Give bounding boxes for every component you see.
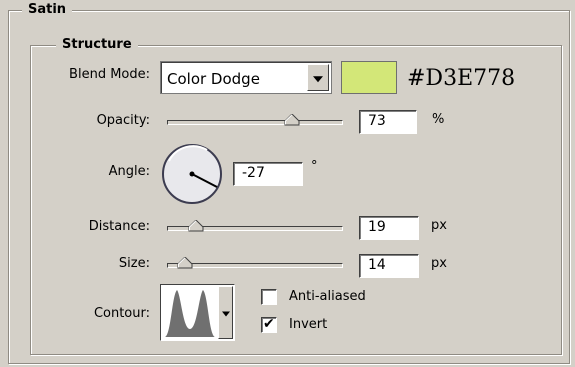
distance-slider-thumb[interactable] [188,219,204,232]
opacity-input[interactable]: 73 [359,110,417,134]
angle-unit: ° [311,159,318,174]
size-slider-thumb[interactable] [177,256,193,269]
contour-preview-icon[interactable] [163,287,217,338]
color-hex-label: #D3E778 [407,66,516,91]
blend-mode-dropdown-button[interactable] [307,64,329,91]
contour-picker[interactable] [160,284,235,341]
angle-label: Angle: [108,164,150,179]
blend-mode-label: Blend Mode: [69,67,150,82]
structure-title: Structure [56,37,138,53]
invert-checkbox[interactable]: ✔ [261,316,277,333]
opacity-label: Opacity: [96,113,150,128]
size-input[interactable]: 14 [359,254,419,278]
satin-title: Satin [22,2,73,18]
distance-unit: px [431,218,447,233]
anti-aliased-checkbox[interactable] [261,289,277,305]
angle-dial[interactable] [159,141,225,207]
chevron-down-icon [313,75,323,82]
chevron-down-icon [221,311,230,316]
contour-dropdown-button[interactable] [218,286,233,339]
invert-label: Invert [289,317,328,332]
angle-input[interactable]: -27 [233,162,303,186]
distance-input[interactable]: 19 [359,216,419,240]
blend-mode-select[interactable]: Color Dodge [160,61,332,94]
distance-label: Distance: [88,219,150,234]
anti-aliased-label: Anti-aliased [289,289,366,304]
opacity-slider-thumb[interactable] [284,113,300,126]
blend-mode-value: Color Dodge [167,70,260,88]
opacity-unit: % [432,112,445,127]
size-label: Size: [118,256,150,271]
size-unit: px [431,256,447,271]
opacity-slider-track[interactable] [167,120,343,125]
color-swatch[interactable] [341,61,397,94]
checkmark-icon: ✔ [263,316,275,332]
contour-label: Contour: [93,306,150,321]
size-slider-track[interactable] [167,263,343,268]
